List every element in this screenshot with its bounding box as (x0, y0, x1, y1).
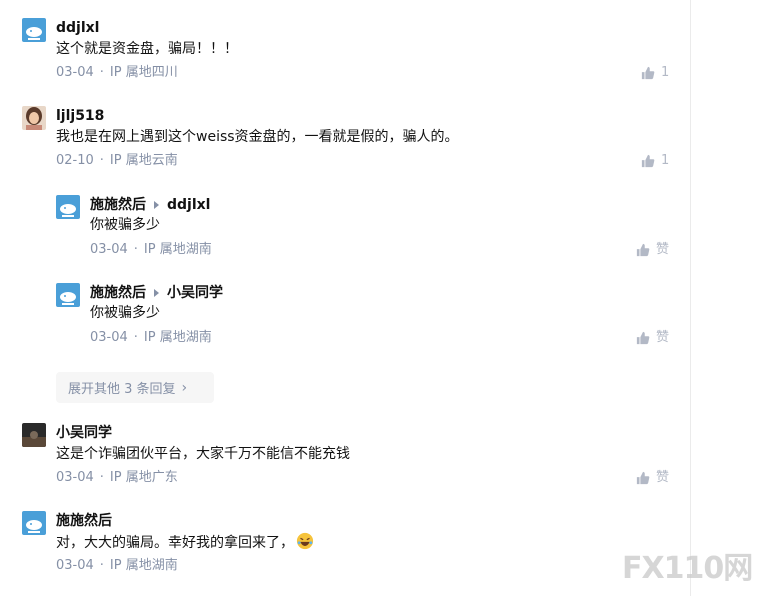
comment-meta: 03-04 · IP 属地广东 (56, 468, 178, 488)
comment-text: 这个就是资金盘，骗局！！！ (56, 41, 238, 57)
reply-author-line: 施施然后 ddjlxl (90, 195, 210, 215)
reply-meta: 03-04 · IP 属地湖南 (90, 328, 212, 348)
reply-date: 03-04 (90, 242, 128, 257)
like-count: 1 (661, 65, 670, 80)
comment-location: IP 属地云南 (109, 153, 178, 168)
comment-text-content: 对，大大的骗局。幸好我的拿回来了， (56, 535, 294, 551)
avatar[interactable] (22, 106, 46, 130)
meta-separator: · (99, 470, 104, 485)
dark-photo-avatar-icon (22, 423, 46, 447)
reply-author[interactable]: 施施然后 (90, 285, 146, 301)
thumbs-up-icon (636, 331, 650, 345)
expand-replies-label: 展开其他 3 条回复 (68, 382, 176, 397)
comment-text: 这是个诈骗团伙平台，大家千万不能信不能充钱 (56, 446, 350, 462)
comment-date: 03-04 (56, 65, 94, 80)
whale-avatar-icon (56, 283, 80, 307)
like-label: 赞 (656, 242, 670, 257)
reply-to-user[interactable]: ddjlxl (167, 197, 210, 213)
whale-avatar-icon (56, 195, 80, 219)
avatar[interactable] (22, 18, 46, 42)
thumbs-up-icon (636, 243, 650, 257)
reply-location: IP 属地湖南 (143, 330, 212, 345)
comment-meta: 02-10 · IP 属地云南 (56, 151, 178, 171)
like-button[interactable]: 赞 (636, 468, 669, 488)
comment-meta: 03-04 · IP 属地四川 (56, 63, 178, 83)
meta-separator: · (133, 242, 138, 257)
comment-author[interactable]: 施施然后 (56, 511, 112, 531)
like-button[interactable]: 赞 (636, 240, 669, 260)
like-label: 赞 (656, 330, 670, 345)
whale-avatar-icon (22, 511, 46, 535)
comment-date: 03-04 (56, 558, 94, 573)
comment-location: IP 属地湖南 (109, 558, 178, 573)
reply-location: IP 属地湖南 (143, 242, 212, 257)
thumbs-up-icon (636, 471, 650, 485)
comment-author[interactable]: ljlj518 (56, 106, 104, 126)
comment-text: 对，大大的骗局。幸好我的拿回来了， (56, 532, 314, 553)
avatar[interactable] (22, 511, 46, 535)
like-button[interactable]: 赞 (636, 328, 669, 348)
whale-avatar-icon (22, 18, 46, 42)
thumbs-up-icon (641, 66, 655, 80)
reply-author[interactable]: 施施然后 (90, 197, 146, 213)
comment-author[interactable]: 小吴同学 (56, 423, 112, 443)
expand-replies-button[interactable]: 展开其他 3 条回复 › (56, 372, 214, 403)
chevron-right-icon: › (181, 379, 188, 396)
reply-text: 你被骗多少 (90, 217, 160, 233)
comment-author[interactable]: ddjlxl (56, 18, 99, 38)
comment-date: 02-10 (56, 153, 94, 168)
reply-text: 你被骗多少 (90, 305, 160, 321)
reply-to-user[interactable]: 小吴同学 (167, 285, 223, 301)
meta-separator: · (99, 153, 104, 168)
like-button[interactable]: 1 (641, 63, 669, 83)
comment-location: IP 属地四川 (109, 65, 178, 80)
portrait-avatar-icon (22, 106, 46, 130)
watermark-logo: FX110网 (622, 551, 753, 586)
comment-location: IP 属地广东 (109, 470, 178, 485)
like-count: 1 (661, 153, 670, 168)
thumbs-up-icon (641, 154, 655, 168)
reply-meta: 03-04 · IP 属地湖南 (90, 240, 212, 260)
avatar[interactable] (56, 283, 80, 307)
avatar[interactable] (56, 195, 80, 219)
reply-author-line: 施施然后 小吴同学 (90, 283, 223, 303)
meta-separator: · (99, 558, 104, 573)
reply-arrow-icon (154, 288, 159, 297)
rofl-emoji-icon (296, 532, 314, 550)
comment-panel: ddjlxl 这个就是资金盘，骗局！！！ 03-04 · IP 属地四川 1 ljl… (0, 0, 691, 596)
comment-text: 我也是在网上遇到这个weiss资金盘的，一看就是假的，骗人的。 (56, 129, 459, 145)
like-label: 赞 (656, 470, 670, 485)
like-button[interactable]: 1 (641, 151, 669, 171)
meta-separator: · (133, 330, 138, 345)
reply-arrow-icon (154, 200, 159, 209)
meta-separator: · (99, 65, 104, 80)
reply-date: 03-04 (90, 330, 128, 345)
avatar[interactable] (22, 423, 46, 447)
comment-date: 03-04 (56, 470, 94, 485)
comment-meta: 03-04 · IP 属地湖南 (56, 556, 178, 576)
